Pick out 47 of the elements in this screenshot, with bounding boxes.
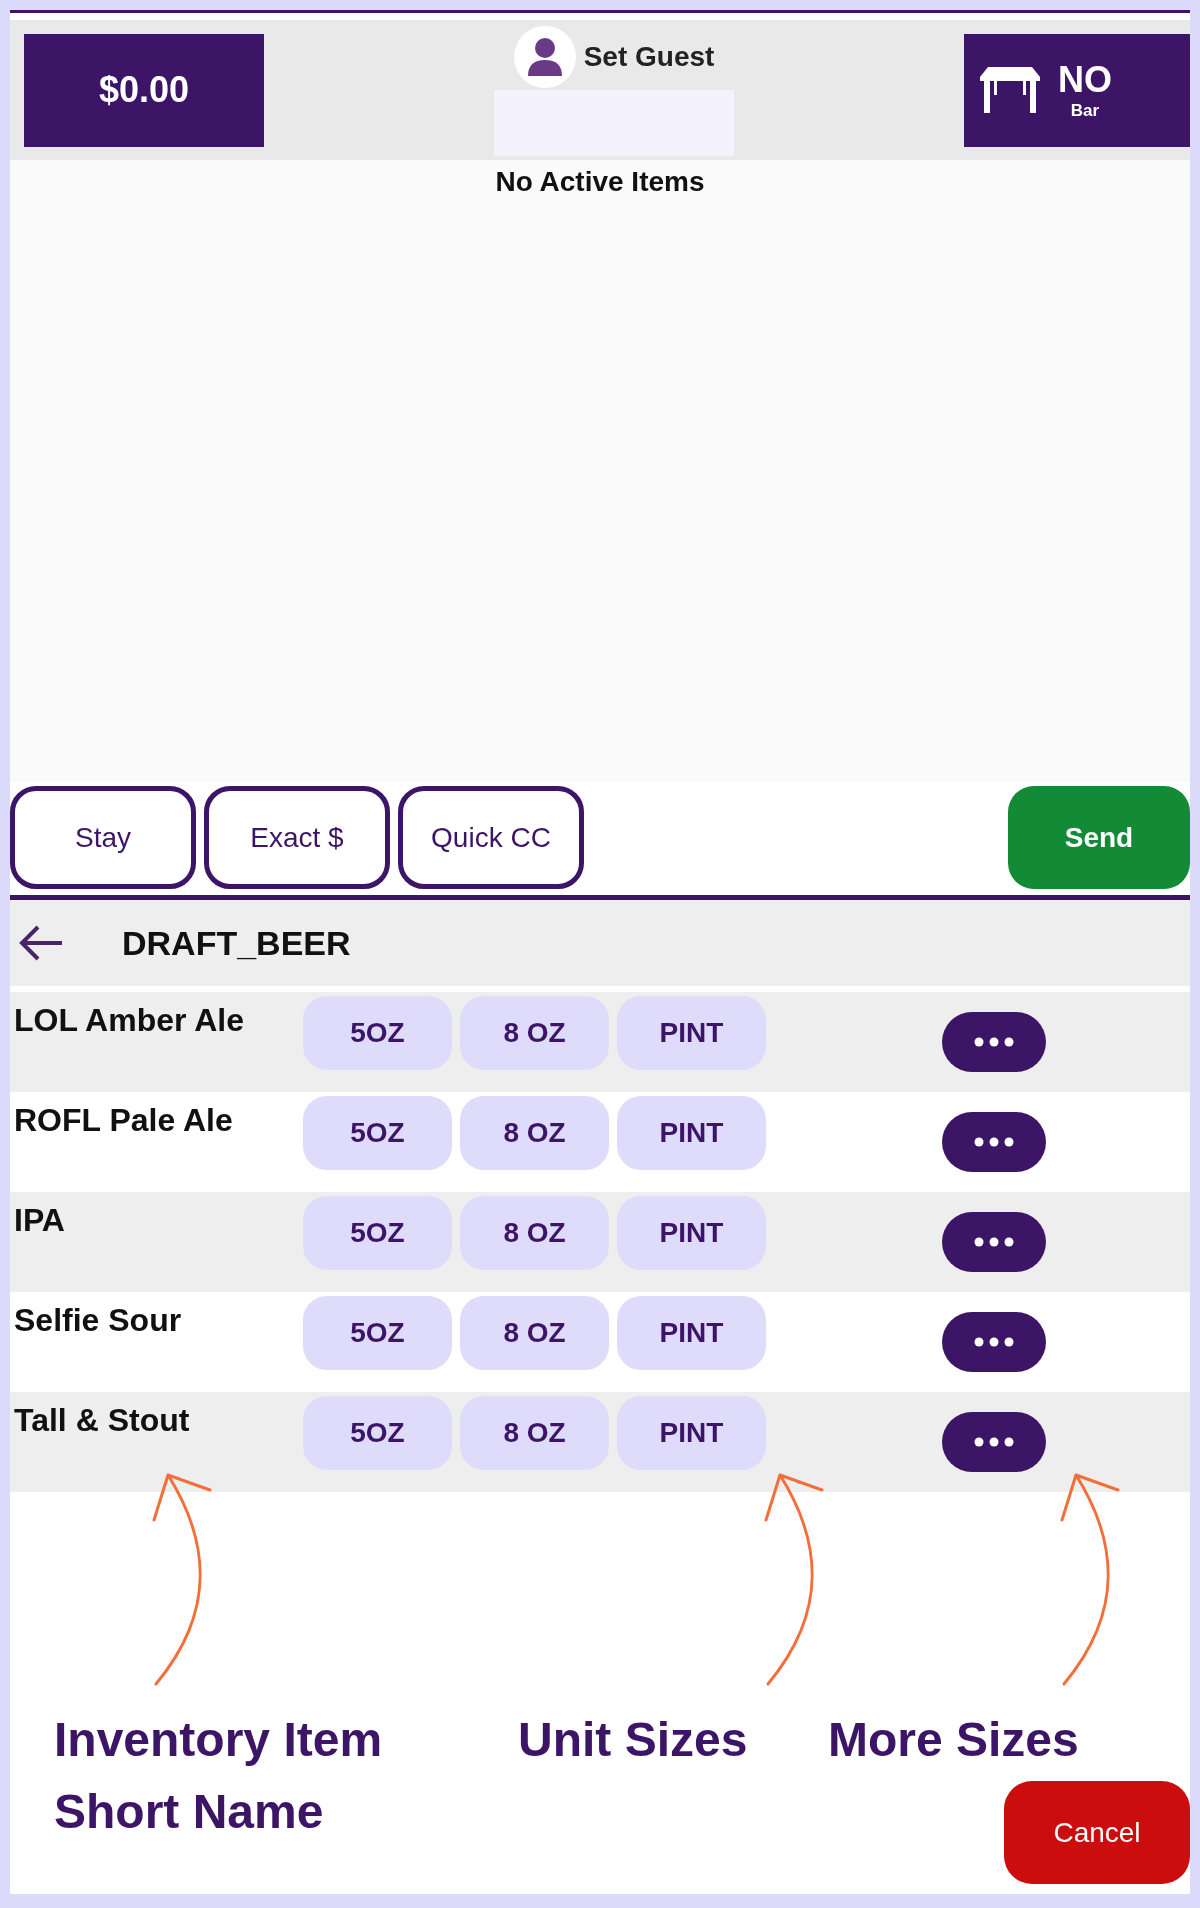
back-arrow-icon[interactable] xyxy=(18,925,64,961)
table-icon xyxy=(980,67,1040,113)
action-button[interactable]: Stay xyxy=(10,786,196,889)
size-button[interactable]: PINT xyxy=(617,1396,766,1470)
item-name: LOL Amber Ale xyxy=(13,1001,245,1039)
more-sizes-button[interactable] xyxy=(942,1012,1046,1072)
more-sizes-button[interactable] xyxy=(942,1412,1046,1472)
empty-order-message: No Active Items xyxy=(495,166,705,199)
more-icon xyxy=(974,1137,1014,1147)
action-button[interactable]: Quick CC xyxy=(398,786,584,889)
size-button[interactable]: 5OZ xyxy=(303,1196,452,1270)
size-button[interactable]: PINT xyxy=(617,1196,766,1270)
size-button[interactable]: 5OZ xyxy=(303,996,452,1070)
more-icon xyxy=(974,1237,1014,1247)
person-icon[interactable] xyxy=(513,26,576,88)
size-button[interactable]: 8 OZ xyxy=(460,1196,609,1270)
size-button[interactable]: 8 OZ xyxy=(460,1396,609,1470)
size-button[interactable]: 5OZ xyxy=(303,1296,452,1370)
item-name: Tall & Stout xyxy=(13,1401,191,1439)
size-button[interactable]: 8 OZ xyxy=(460,1096,609,1170)
cancel-button[interactable]: Cancel xyxy=(1004,1781,1190,1884)
size-button[interactable]: 5OZ xyxy=(303,1096,452,1170)
set-guest-label[interactable]: Set Guest xyxy=(583,41,715,73)
more-icon xyxy=(974,1337,1014,1347)
annotation-label: More Sizes xyxy=(827,1712,1080,1768)
table-button[interactable]: NO Bar xyxy=(964,33,1190,147)
size-button[interactable]: PINT xyxy=(617,1096,766,1170)
more-sizes-button[interactable] xyxy=(942,1212,1046,1272)
size-button[interactable]: 8 OZ xyxy=(460,996,609,1070)
action-button[interactable]: Exact $ xyxy=(204,786,390,889)
more-icon xyxy=(974,1037,1014,1047)
more-sizes-button[interactable] xyxy=(942,1112,1046,1172)
more-sizes-button[interactable] xyxy=(942,1312,1046,1372)
size-button[interactable]: PINT xyxy=(617,996,766,1070)
size-button[interactable]: 5OZ xyxy=(303,1396,452,1470)
send-button[interactable]: Send xyxy=(1008,786,1190,889)
category-title: DRAFT_BEER xyxy=(122,923,351,963)
size-button[interactable]: PINT xyxy=(617,1296,766,1370)
annotation-label: Inventory Item Short Name xyxy=(53,1712,384,1840)
more-icon xyxy=(974,1437,1014,1447)
table-area: Bar xyxy=(1070,101,1100,121)
item-name: ROFL Pale Ale xyxy=(13,1101,234,1139)
table-number: NO xyxy=(1058,59,1112,101)
item-name: IPA xyxy=(13,1201,66,1239)
size-button[interactable]: 8 OZ xyxy=(460,1296,609,1370)
total-amount[interactable]: $0.00 xyxy=(24,33,264,147)
item-name: Selfie Sour xyxy=(13,1301,183,1339)
